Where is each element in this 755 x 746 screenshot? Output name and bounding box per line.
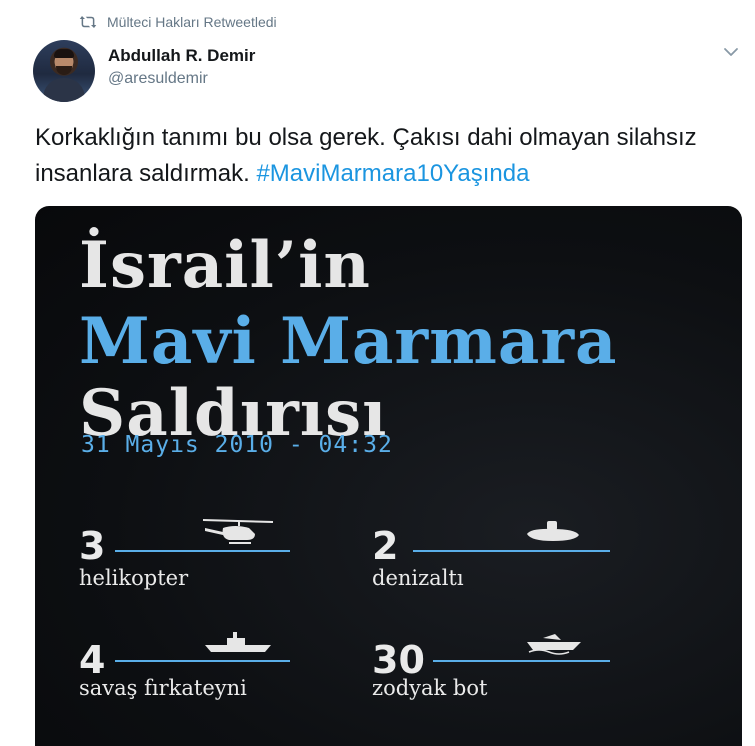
stat-label: zodyak bot [372,676,488,700]
poster-date: 31 Mayıs 2010 - 04:32 [81,432,393,458]
stat-divider [115,550,290,552]
stat-number: 3 [79,524,106,568]
tweet-media-image[interactable]: İsrail’in Mavi Marmara Saldırısı 31 Mayı… [35,206,742,746]
stat-label: helikopter [79,566,189,590]
stat-divider [115,660,290,662]
chevron-down-icon[interactable] [722,45,740,59]
retweet-context[interactable]: Mülteci Hakları Retweetledi [79,14,277,30]
stat-label: denizaltı [372,566,464,590]
avatar[interactable] [33,40,95,102]
poster-title-line2: Mavi Marmara [79,304,618,379]
zodiac-boat-icon [527,634,581,655]
stat-divider [433,660,610,662]
author-handle[interactable]: @aresuldemir [108,70,208,88]
stat-label: savaş fırkateyni [79,676,247,700]
submarine-icon [527,521,579,541]
retweet-icon [79,16,97,28]
retweet-label: Mülteci Hakları Retweetledi [107,14,277,30]
stat-divider [413,550,610,552]
hashtag-link[interactable]: #MaviMarmara10Yaşında [256,160,529,187]
tweet-text: Korkaklığın tanımı bu olsa gerek. Çakısı… [35,120,735,192]
author-display-name[interactable]: Abdullah R. Demir [108,46,255,66]
helicopter-icon [202,519,274,544]
frigate-icon [205,632,271,652]
stat-number: 2 [372,524,399,568]
poster-title-line1: İsrail’in [79,228,371,303]
